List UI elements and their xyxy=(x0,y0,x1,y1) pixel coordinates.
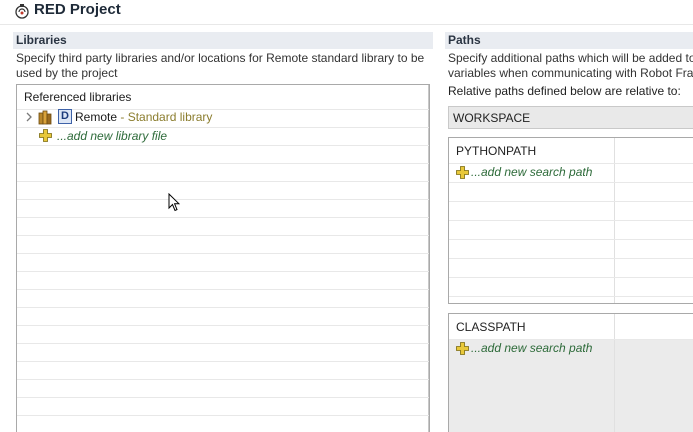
add-icon xyxy=(456,342,469,355)
pythonpath-table[interactable]: PYTHONPATH ...add new search path xyxy=(448,137,693,304)
libraries-description-line1: Specify third party libraries and/or loc… xyxy=(16,51,425,65)
add-icon xyxy=(456,166,469,179)
red-project-icon xyxy=(15,4,29,19)
classpath-header: CLASSPATH xyxy=(456,320,526,334)
referenced-libraries-table[interactable]: Referenced libraries D Remote - Standard… xyxy=(16,84,430,432)
paths-description-line2: variables when communicating with Robot … xyxy=(448,66,693,80)
add-library-row[interactable]: ...add new library file xyxy=(17,127,429,145)
relative-to-value: WORKSPACE xyxy=(453,111,531,125)
library-name-text: Remote xyxy=(75,110,118,124)
libraries-section-title: Libraries xyxy=(16,33,67,47)
classpath-table[interactable]: CLASSPATH ...add new search path xyxy=(448,313,693,432)
add-library-file-link[interactable]: ...add new library file xyxy=(57,129,167,143)
add-classpath-link[interactable]: ...add new search path xyxy=(471,341,592,355)
paths-section-title: Paths xyxy=(448,33,481,47)
expand-arrow-icon[interactable] xyxy=(25,112,33,122)
page-title: RED Project xyxy=(34,1,121,18)
referenced-libraries-header: Referenced libraries xyxy=(24,90,132,104)
relative-to-combo[interactable]: WORKSPACE xyxy=(448,106,693,129)
libraries-description-line2: used by the project xyxy=(16,66,118,80)
paths-section-header[interactable]: Paths xyxy=(445,32,693,49)
editor-header: RED Project xyxy=(0,0,693,25)
library-books-icon xyxy=(38,110,52,125)
add-pythonpath-row[interactable]: ...add new search path xyxy=(449,163,693,181)
library-type: - Standard library xyxy=(117,110,213,124)
library-row-remote[interactable]: D Remote - Standard library xyxy=(17,109,429,127)
mouse-cursor-icon xyxy=(168,193,180,212)
paths-description-line1: Specify additional paths which will be a… xyxy=(448,51,693,65)
library-badge: D xyxy=(58,109,72,124)
relative-paths-label: Relative paths defined below are relativ… xyxy=(448,84,681,98)
pythonpath-header: PYTHONPATH xyxy=(456,144,537,158)
add-classpath-row[interactable]: ...add new search path xyxy=(449,340,693,358)
library-name: Remote - Standard library xyxy=(75,110,212,124)
libraries-section-header[interactable]: Libraries xyxy=(13,32,433,49)
add-pythonpath-link[interactable]: ...add new search path xyxy=(471,165,592,179)
add-icon xyxy=(39,129,52,142)
